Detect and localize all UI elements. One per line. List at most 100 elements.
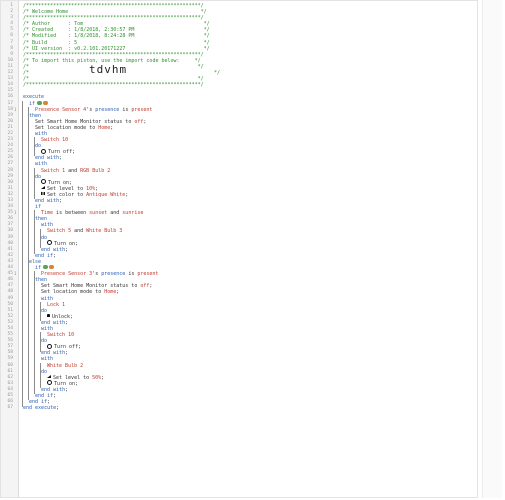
block-rail <box>22 100 23 407</box>
keyword: do <box>35 173 42 180</box>
keyword: end with <box>35 155 60 162</box>
power-icon <box>41 179 46 185</box>
condition-true-indicator <box>37 100 43 105</box>
plain-text: is <box>119 106 132 113</box>
statement-text: end execute; <box>23 405 59 411</box>
device-name: Switch 1 <box>41 167 66 174</box>
block-rail <box>40 362 41 389</box>
keyword: end with <box>35 198 60 204</box>
keyword: if <box>35 204 42 211</box>
keyword: with <box>35 130 48 137</box>
keyword: end with <box>41 246 66 253</box>
plain-text: Set location mode to <box>35 124 99 131</box>
condition-true-indicator <box>43 265 49 270</box>
plain-text: Turn off; <box>54 344 82 351</box>
block-rail <box>34 271 35 395</box>
plain-text: ; <box>53 393 57 399</box>
plain-text: and <box>71 228 87 235</box>
plain-text: ; <box>101 374 105 381</box>
keyword: with <box>41 325 54 332</box>
plain-text: Set level to <box>53 374 93 381</box>
plain-text: ; <box>53 252 57 259</box>
value-text: Home <box>98 124 111 131</box>
keyword: end with <box>41 386 66 393</box>
plain-text: ; <box>56 405 60 412</box>
keyword: if <box>35 265 42 272</box>
plain-text: ; <box>65 350 69 357</box>
keyword: end execute <box>23 405 57 412</box>
plain-text: Turn on; <box>54 240 79 247</box>
palette-icon <box>41 192 45 196</box>
plain-text: ; <box>149 283 153 290</box>
value-text: 50% <box>92 374 102 381</box>
plain-text: and <box>107 210 123 217</box>
plain-text: ; <box>125 191 129 198</box>
keyword: then <box>35 277 48 284</box>
device-name: Switch 10 <box>47 332 75 339</box>
keyword: do <box>41 234 48 241</box>
keyword: end if <box>35 252 54 259</box>
power-icon <box>41 148 46 154</box>
block-rail <box>34 137 35 157</box>
device-name: White Bulb 2 <box>47 362 84 369</box>
keyword: else <box>29 258 42 265</box>
keyword: then <box>35 216 48 223</box>
keyword: presence <box>101 271 126 278</box>
plain-text: Turn on; <box>48 179 73 186</box>
power-icon <box>47 343 52 349</box>
keyword: with <box>35 161 48 168</box>
keyword: then <box>29 112 42 119</box>
plain-text: ; <box>65 386 69 393</box>
page-scroll-area[interactable] <box>482 0 502 498</box>
device-name: Switch 10 <box>41 137 69 144</box>
plain-text: ; <box>59 155 63 162</box>
device-name: Presence Sensor 3 <box>41 271 93 278</box>
plain-text: Set color to <box>47 191 87 198</box>
value-text: sunset <box>89 210 108 217</box>
value-text: present <box>131 106 153 113</box>
plain-text: ; <box>95 185 99 192</box>
plain-text: Set Smart Home Monitor status to <box>41 283 141 290</box>
value-text: Home <box>104 289 117 296</box>
keyword: presence <box>95 106 120 113</box>
value-text: Time <box>41 210 54 217</box>
plain-text: Turn off; <box>48 149 76 156</box>
value-text: sunrise <box>122 210 144 217</box>
plain-text: Set Smart Home Monitor status to <box>35 118 135 125</box>
plain-text: Set location mode to <box>41 289 105 296</box>
plain-text: ; <box>143 118 147 125</box>
keyword: execute <box>23 94 45 101</box>
keyword: if <box>29 100 36 107</box>
level-icon <box>47 375 51 379</box>
keyword: with <box>41 222 54 229</box>
keyword: with <box>41 295 54 302</box>
plain-text: ; <box>110 124 114 131</box>
block-rail <box>40 228 41 248</box>
device-name: Lock 1 <box>47 301 66 308</box>
plain-text: Unlock; <box>52 313 74 320</box>
plain-text: Set level to <box>47 185 87 192</box>
power-icon <box>47 240 52 246</box>
device-name: Switch 5 <box>47 228 72 235</box>
lock-icon <box>47 314 50 318</box>
plain-text: is <box>125 271 138 278</box>
keyword: end with <box>41 350 66 357</box>
import-code: tdvhm <box>89 63 128 77</box>
plain-text: ; <box>59 198 63 204</box>
keyword: end if <box>29 399 48 406</box>
plain-text: ; <box>65 246 69 253</box>
line-number: 67 <box>7 405 13 411</box>
block-rail <box>40 332 41 352</box>
plain-text: is between <box>53 210 90 217</box>
keyword: end with <box>41 319 66 326</box>
block-rail <box>34 210 35 255</box>
device-name: Presence Sensor 4 <box>35 106 87 113</box>
block-rail <box>28 106 29 401</box>
value-text: Antique White <box>86 191 126 198</box>
block-rail <box>34 167 35 200</box>
code-lines: 1/**************************************… <box>1 3 477 411</box>
value-text: 10% <box>86 185 96 192</box>
keyword: do <box>41 338 48 345</box>
device-name: White Bulb 3 <box>86 228 123 235</box>
piston-code-viewer: 1/**************************************… <box>0 0 478 498</box>
